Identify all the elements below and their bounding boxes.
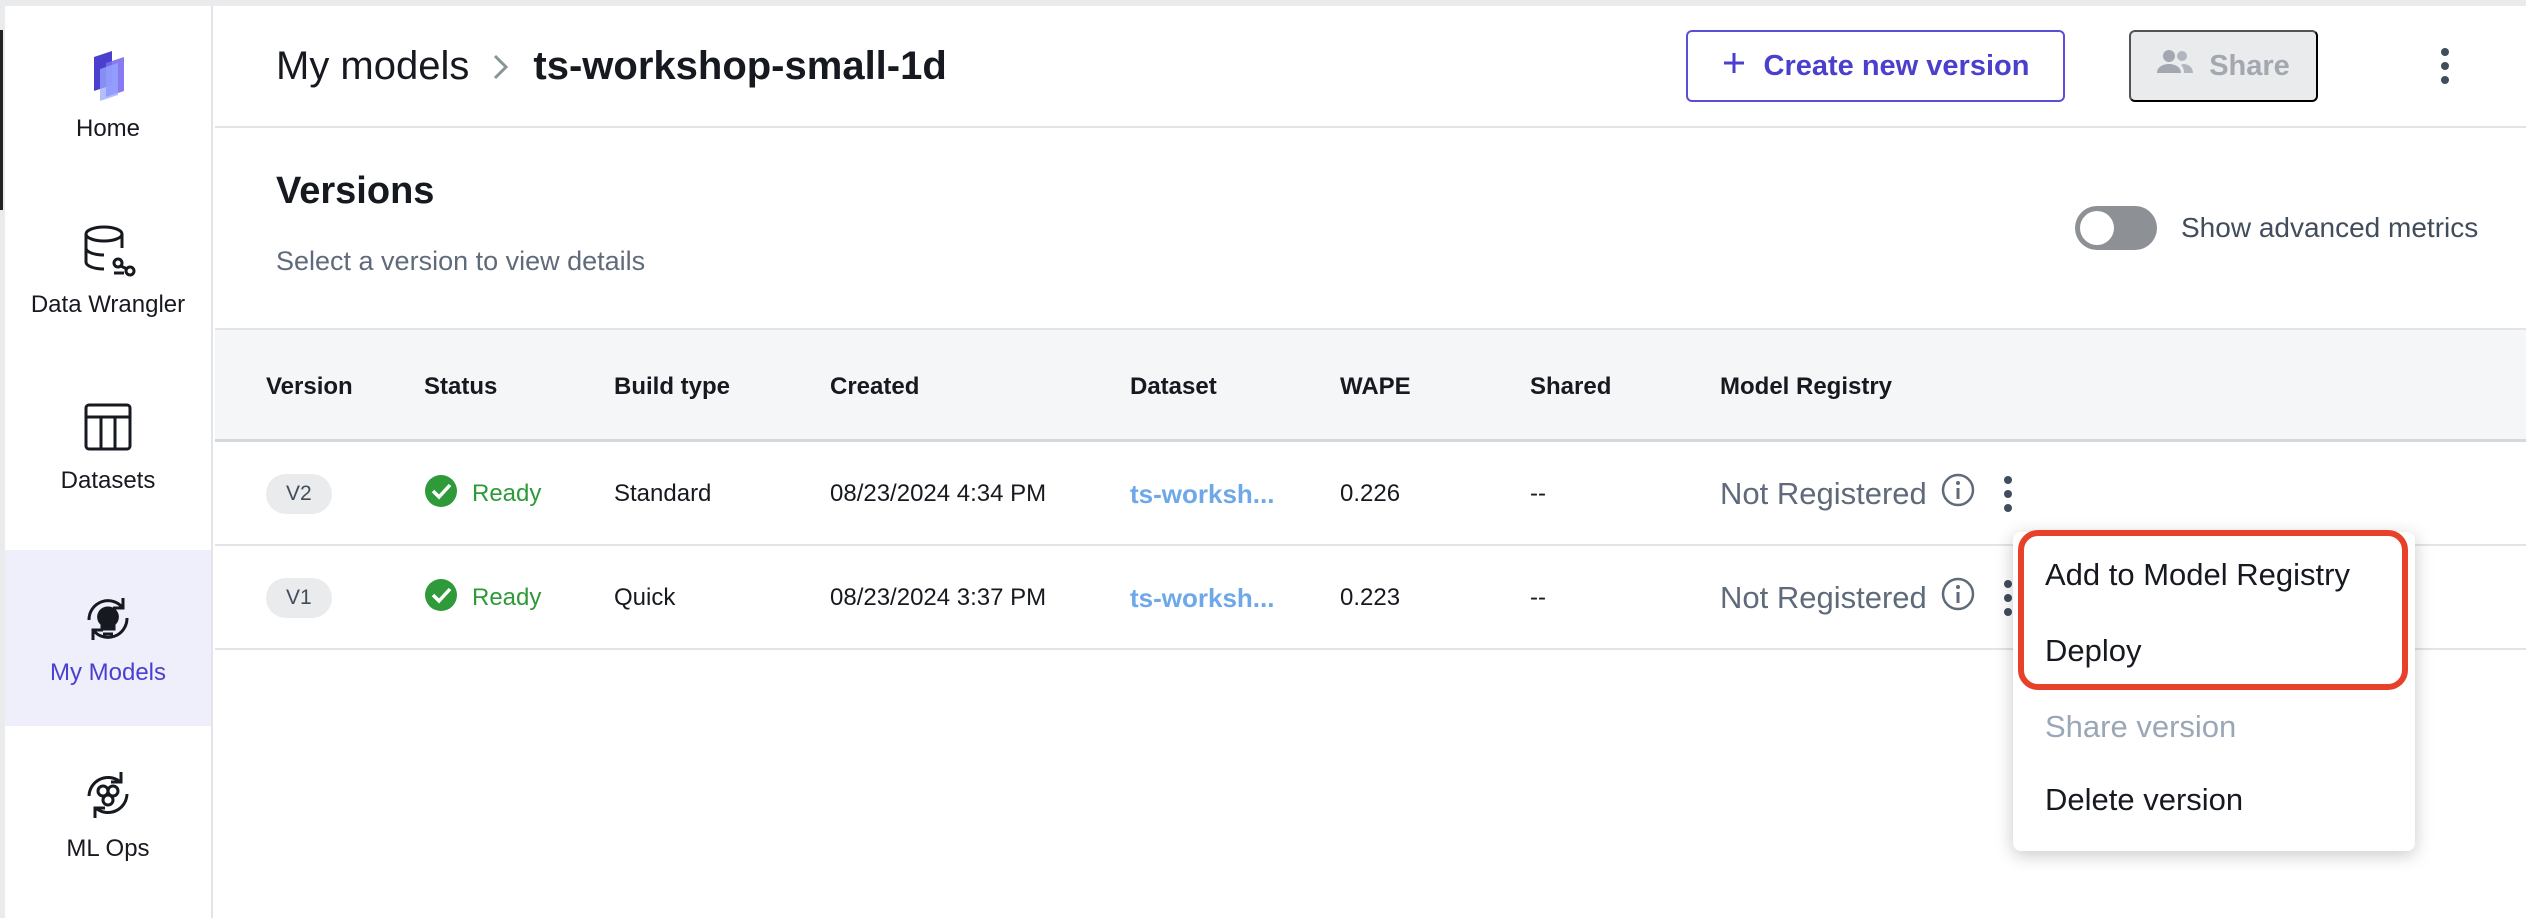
info-icon[interactable] [1941, 473, 1975, 515]
database-icon [78, 221, 138, 281]
menu-item-delete-version[interactable]: Delete version [2045, 782, 2243, 818]
column-header-shared: Shared [1530, 373, 1612, 400]
sidebar-item-label: My Models [49, 659, 167, 686]
wape-cell: 0.223 [1340, 584, 1401, 611]
users-icon [2157, 49, 2194, 83]
created-cell: 08/23/2024 3:37 PM [830, 584, 1047, 611]
version-badge: V1 [266, 578, 332, 618]
column-header-dataset: Dataset [1130, 373, 1217, 400]
build-type-cell: Quick [614, 584, 676, 611]
more-options-icon[interactable] [2425, 36, 2465, 96]
sidebar-item-label: ML Ops [66, 835, 150, 862]
row-more-options-icon[interactable] [2003, 546, 2013, 650]
chevron-right-icon [491, 52, 511, 82]
versions-title: Versions [276, 170, 435, 212]
breadcrumb: My models ts-workshop-small-1d [276, 44, 947, 89]
version-badge: V2 [266, 474, 332, 514]
sidebar-item-home[interactable]: Home [5, 6, 211, 182]
advanced-metrics-label: Show advanced metrics [2181, 212, 2479, 243]
row-more-options-icon[interactable] [2003, 442, 2013, 546]
canvas-logo-icon [78, 45, 138, 105]
sidebar-item-datasets[interactable]: Datasets [5, 358, 211, 534]
dataset-link[interactable]: ts-worksh... [1130, 442, 1274, 546]
advanced-metrics-toggle-group: Show advanced metrics [2075, 206, 2478, 250]
created-cell: 08/23/2024 4:34 PM [830, 480, 1047, 507]
page-title: ts-workshop-small-1d [533, 44, 947, 88]
table-row[interactable]: V2 Ready Standard 08/23/2024 4:34 PM ts-… [215, 442, 2526, 546]
column-header-build-type: Build type [614, 373, 731, 400]
sidebar-item-label: Datasets [60, 467, 156, 494]
share-button[interactable]: Share [2129, 30, 2318, 102]
sidebar-item-data-wrangler[interactable]: Data Wrangler [5, 182, 211, 358]
menu-item-share-version: Share version [2045, 709, 2237, 744]
sidebar-item-my-models[interactable]: My Models [5, 550, 211, 726]
plus-icon [1722, 50, 1746, 83]
shared-cell: -- [1530, 584, 1546, 611]
build-type-cell: Standard [614, 480, 712, 507]
table-header: Version Status Build type Created Datase… [215, 328, 2526, 442]
menu-item-deploy[interactable]: Deploy [2045, 633, 2142, 669]
status-text: Ready [472, 584, 542, 611]
create-new-version-button[interactable]: Create new version [1686, 30, 2065, 102]
sidebar: Home Data Wrangler Datasets My Models ML… [5, 6, 213, 918]
version-actions-menu: Add to Model Registry Deploy Share versi… [2013, 532, 2415, 851]
model-bulb-icon [78, 589, 138, 649]
shared-cell: -- [1530, 480, 1546, 507]
versions-subtitle: Select a version to view details [276, 246, 646, 276]
dataset-link[interactable]: ts-worksh... [1130, 546, 1274, 650]
mlops-cycle-icon [78, 765, 138, 825]
sidebar-item-ml-ops[interactable]: ML Ops [5, 726, 211, 902]
check-circle-icon [424, 474, 458, 515]
status-text: Ready [472, 480, 542, 507]
info-icon[interactable] [1941, 577, 1975, 619]
advanced-metrics-toggle[interactable] [2075, 206, 2157, 250]
column-header-status: Status [424, 373, 498, 400]
wape-cell: 0.226 [1340, 480, 1401, 507]
breadcrumb-my-models[interactable]: My models [276, 44, 469, 89]
page-header: My models ts-workshop-small-1d Create ne… [215, 6, 2526, 128]
table-icon [78, 397, 138, 457]
column-header-wape: WAPE [1340, 373, 1411, 400]
check-circle-icon [424, 578, 458, 619]
column-header-version: Version [266, 373, 353, 400]
share-label: Share [2209, 49, 2290, 82]
create-new-version-label: Create new version [1763, 49, 2030, 82]
column-header-model-registry: Model Registry [1720, 373, 1893, 400]
registry-status: Not Registered [1720, 580, 1927, 615]
sidebar-item-label: Data Wrangler [30, 291, 186, 318]
column-header-created: Created [830, 373, 920, 400]
registry-status: Not Registered [1720, 476, 1927, 511]
menu-item-add-to-model-registry[interactable]: Add to Model Registry [2045, 557, 2350, 593]
sidebar-item-label: Home [75, 115, 141, 142]
